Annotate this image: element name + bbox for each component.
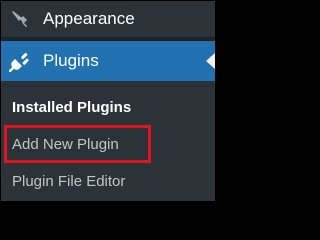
menu-item-appearance-label: Appearance <box>43 9 135 28</box>
submenu-item-add-new-plugin[interactable]: Add New Plugin <box>12 136 119 153</box>
plugin-icon <box>9 50 31 72</box>
menu-item-appearance[interactable]: Appearance <box>1 1 215 37</box>
paintbrush-icon <box>9 8 31 30</box>
current-menu-arrow <box>206 53 215 69</box>
admin-sidebar: Appearance Plugins Installed Plugins Add… <box>0 0 216 202</box>
menu-item-plugins-label: Plugins <box>43 51 99 70</box>
plugins-submenu: Installed Plugins Add New Plugin Plugin … <box>1 81 215 201</box>
submenu-item-installed-plugins[interactable]: Installed Plugins <box>12 99 131 116</box>
submenu-item-plugin-file-editor[interactable]: Plugin File Editor <box>12 173 125 190</box>
menu-item-plugins[interactable]: Plugins <box>1 41 215 81</box>
